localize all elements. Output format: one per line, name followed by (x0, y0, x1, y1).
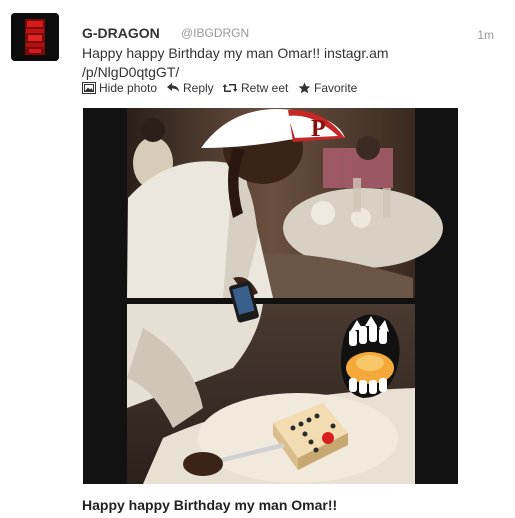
favorite-label: Favorite (314, 81, 358, 95)
screen-name[interactable]: @IBGDRGN (181, 26, 249, 40)
tweet-text-line-1: Happy happy Birthday my man Omar!! insta… (82, 45, 389, 61)
photo-caption: Happy happy Birthday my man Omar!! (82, 497, 338, 513)
hide-photo-action[interactable]: Hide photo (82, 81, 157, 95)
tweet-header: G-DRAGON @IBGDRGN 1m (82, 25, 502, 43)
photo-icon (82, 82, 96, 94)
retweet-icon (222, 84, 238, 92)
birthday-photo-illustration: P (83, 108, 458, 484)
reply-action[interactable]: Reply (166, 81, 214, 95)
hide-photo-label: Hide photo (99, 81, 158, 95)
retweet-action[interactable]: Retw eet (222, 81, 288, 95)
star-icon (298, 82, 311, 94)
reply-icon (167, 83, 179, 92)
display-name[interactable]: G-DRAGON (82, 25, 160, 41)
tweet-photo[interactable]: P (83, 108, 458, 484)
avatar-image (11, 13, 59, 61)
favorite-action[interactable]: Favorite (298, 81, 357, 95)
tweet-text: Happy happy Birthday my man Omar!! insta… (82, 44, 492, 82)
avatar[interactable] (11, 13, 59, 61)
tweet-link[interactable]: /p/NlgD0qtgGT/ (82, 64, 179, 80)
retweet-label: Retw eet (241, 81, 289, 95)
timestamp[interactable]: 1m (477, 28, 494, 42)
reply-label: Reply (183, 81, 214, 95)
cap-logo: P (311, 116, 326, 142)
